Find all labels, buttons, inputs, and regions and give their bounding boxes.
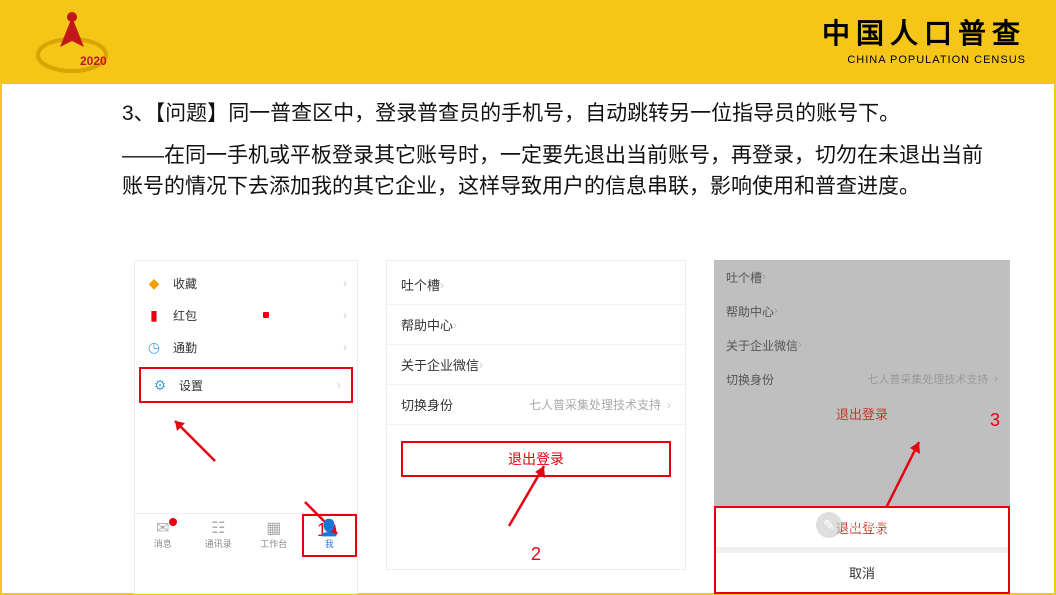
tab-contacts[interactable]: ☷ 通讯录: [191, 514, 247, 557]
chevron-right-icon: ›: [453, 318, 457, 332]
slide-body: 3、【问题】同一普查区中，登录普查员的手机号，自动跳转另一位指导员的账号下。 —…: [2, 84, 1054, 203]
badge-icon: [263, 312, 269, 318]
row-tucao-label: 吐个槽: [726, 269, 762, 286]
row-fav-label: 收藏: [173, 275, 197, 292]
row-hongbao[interactable]: ▮ 红包 ›: [135, 299, 357, 331]
chevron-right-icon: ›: [774, 305, 778, 317]
tab-work-label: 工作台: [260, 537, 287, 550]
screenshot-3: 吐个槽 › 帮助中心 › 关于企业微信 › 切换身份 七人普采集处理技术支持 ›…: [714, 260, 1010, 594]
row-about[interactable]: 关于企业微信 ›: [387, 345, 685, 385]
watermark-text: 陇南文县统计: [850, 515, 940, 536]
chevron-right-icon: ›: [343, 308, 347, 322]
row-tucao[interactable]: 吐个槽 ›: [714, 260, 1010, 294]
logo-year: 2020: [80, 54, 107, 68]
step-number-2: 2: [531, 544, 541, 565]
annotation-arrow: [165, 411, 225, 476]
answer-dash: ——: [122, 144, 164, 167]
header-title-block: 中国人口普查 CHINA POPULATION CENSUS: [822, 12, 1026, 66]
question-prefix: 3、【问题】: [122, 102, 228, 125]
row-favorites[interactable]: ◆ 收藏 ›: [135, 267, 357, 299]
tab-me[interactable]: 👤 我: [302, 514, 358, 557]
row-help-label: 帮助中心: [726, 303, 774, 320]
screenshot-1: ◆ 收藏 › ▮ 红包 › ◷ 通勤 › ⚙ 设置 › 1: [134, 260, 358, 594]
question-text: 3、【问题】同一普查区中，登录普查员的手机号，自动跳转另一位指导员的账号下。: [122, 98, 994, 130]
contacts-icon: ☷: [211, 521, 225, 537]
tab-contacts-label: 通讯录: [205, 537, 232, 550]
chevron-right-icon: ›: [798, 339, 802, 351]
row-help-label: 帮助中心: [401, 315, 453, 334]
screenshots-row: ◆ 收藏 › ▮ 红包 › ◷ 通勤 › ⚙ 设置 › 1: [134, 260, 1010, 594]
row-tongqin-label: 通勤: [173, 339, 197, 356]
badge-dot-icon: [169, 518, 177, 526]
logout-row[interactable]: 退出登录: [714, 396, 1010, 431]
row-about[interactable]: 关于企业微信 ›: [714, 328, 1010, 362]
answer-body: 在同一手机或平板登录其它账号时，一定要先退出当前账号，再登录，切勿在未退出当前账…: [122, 144, 983, 199]
chevron-right-icon: ›: [994, 373, 998, 385]
row-help[interactable]: 帮助中心 ›: [714, 294, 1010, 328]
sheet-cancel-option[interactable]: 取消: [716, 553, 1008, 592]
row-about-label: 关于企业微信: [401, 355, 479, 374]
screenshot-2: 吐个槽 › 帮助中心 › 关于企业微信 › 切换身份 七人普采集处理技术支持 ›…: [386, 260, 686, 570]
cube-icon: ◆: [145, 274, 163, 292]
tab-msg-label: 消息: [154, 537, 172, 550]
row-switch-label: 切换身份: [401, 395, 453, 414]
tab-workbench[interactable]: ▦ 工作台: [246, 514, 302, 557]
row-switch-label: 切换身份: [726, 371, 774, 388]
chevron-right-icon: ›: [479, 358, 483, 372]
row-switch-identity[interactable]: 切换身份 七人普采集处理技术支持 ›: [714, 362, 1010, 396]
tab-me-label: 我: [325, 537, 334, 550]
grid-icon: ▦: [266, 521, 281, 537]
answer-text: ——在同一手机或平板登录其它账号时，一定要先退出当前账号，再登录，切勿在未退出当…: [122, 140, 994, 203]
chevron-right-icon: ›: [762, 271, 766, 283]
step-number-3: 3: [990, 410, 1000, 431]
header-title-en: CHINA POPULATION CENSUS: [822, 54, 1026, 66]
row-tucao[interactable]: 吐个槽 ›: [387, 265, 685, 305]
watermark: ✎ 陇南文县统计: [816, 512, 940, 538]
row-switch-sub: 七人普采集处理技术支持: [529, 396, 661, 413]
chevron-right-icon: ›: [337, 378, 341, 392]
chevron-right-icon: ›: [343, 340, 347, 354]
row-tucao-label: 吐个槽: [401, 275, 440, 294]
row-switch-identity[interactable]: 切换身份 七人普采集处理技术支持 ›: [387, 385, 685, 425]
bottom-tabbar: ✉ 消息 ☷ 通讯录 ▦ 工作台 👤 我: [135, 513, 357, 557]
chevron-right-icon: ›: [667, 398, 671, 412]
sheet-cancel-label: 取消: [849, 566, 875, 581]
gear-icon: ⚙: [151, 376, 169, 394]
header-title-cn: 中国人口普查: [822, 12, 1026, 52]
clock-icon: ◷: [145, 338, 163, 356]
person-icon: 👤: [319, 521, 339, 537]
row-help[interactable]: 帮助中心 ›: [387, 305, 685, 345]
annotation-arrow: [499, 456, 559, 541]
chat-icon: ✉: [156, 521, 169, 537]
wechat-icon: ✎: [816, 512, 842, 538]
slide-header: 2020 中国人口普查 CHINA POPULATION CENSUS: [2, 2, 1054, 84]
chevron-right-icon: ›: [440, 278, 444, 292]
row-hongbao-label: 红包: [173, 307, 197, 324]
census-logo: 2020: [22, 7, 122, 77]
logout3-label: 退出登录: [836, 407, 888, 422]
tab-messages[interactable]: ✉ 消息: [135, 514, 191, 557]
row-settings-label: 设置: [179, 377, 203, 394]
row-about-label: 关于企业微信: [726, 337, 798, 354]
row-tongqin[interactable]: ◷ 通勤 ›: [135, 331, 357, 363]
chevron-right-icon: ›: [343, 276, 347, 290]
row-settings[interactable]: ⚙ 设置 ›: [139, 367, 353, 403]
row-switch-sub: 七人普采集处理技术支持: [867, 371, 988, 387]
redpacket-icon: ▮: [145, 306, 163, 324]
question-body: 同一普查区中，登录普查员的手机号，自动跳转另一位指导员的账号下。: [228, 102, 900, 125]
